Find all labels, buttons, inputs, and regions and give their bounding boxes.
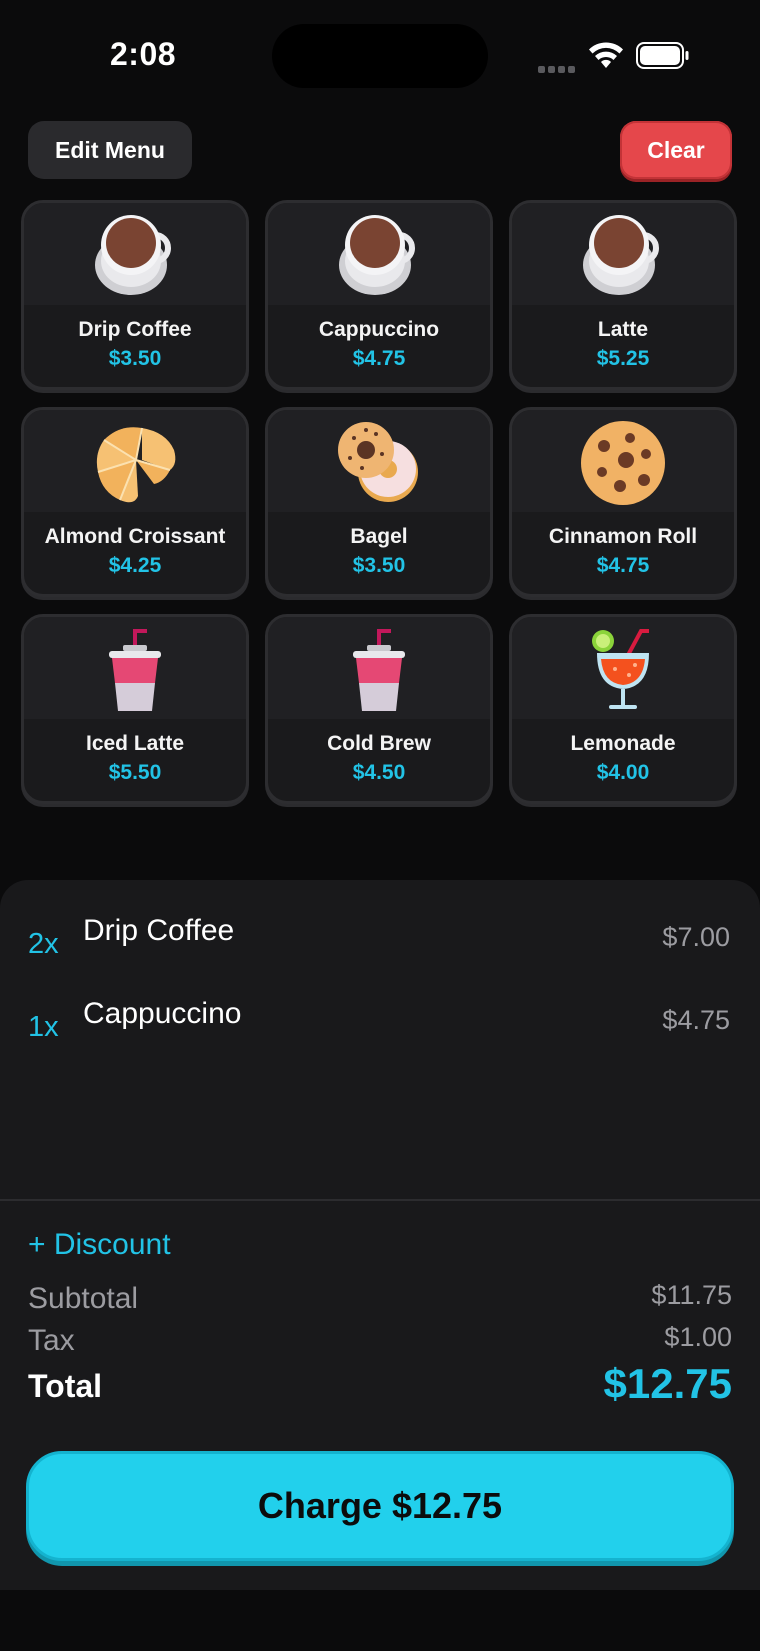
total-label: Total: [28, 1368, 103, 1404]
item-price: $4.25: [108, 554, 162, 577]
subtotal-value: $11.75: [651, 1280, 732, 1310]
item-name: Almond Croissant: [44, 525, 226, 548]
tax-value: $1.00: [664, 1322, 732, 1352]
menu-item-cold-brew[interactable]: Cold Brew $4.50: [265, 614, 493, 804]
order-line-item: Drip Coffee: [83, 914, 235, 947]
item-name: Lemonade: [570, 732, 676, 755]
total-value: $12.75: [603, 1360, 732, 1407]
summary-divider: [0, 1199, 760, 1201]
status-time: 2:08: [110, 36, 177, 72]
item-name: Bagel: [350, 525, 408, 548]
iced-cup-icon: [109, 629, 161, 711]
croissant-icon: [96, 427, 176, 503]
item-name: Cinnamon Roll: [548, 525, 698, 548]
order-line-qty: 2x: [28, 928, 59, 960]
item-price: $5.25: [596, 347, 650, 370]
cellular-signal-icon: [538, 60, 578, 78]
cookie-icon: [581, 421, 665, 505]
menu-item-cappuccino[interactable]: Cappuccino $4.75: [265, 200, 493, 390]
item-image: [24, 617, 246, 719]
item-name: Iced Latte: [85, 732, 185, 755]
subtotal-label: Subtotal: [28, 1282, 139, 1315]
item-image: [268, 410, 490, 512]
menu-item-drip-coffee[interactable]: Drip Coffee $3.50: [21, 200, 249, 390]
order-line-item: Cappuccino: [83, 997, 242, 1030]
bagel-icon: [338, 422, 418, 502]
menu-item-almond-croissant[interactable]: Almond Croissant $4.25: [21, 407, 249, 597]
item-price: $4.00: [596, 761, 650, 784]
order-line-amount: $4.75: [662, 1005, 730, 1035]
coffee-cup-icon: [583, 215, 659, 295]
iced-cup-icon: [353, 629, 405, 711]
dynamic-island: [272, 24, 488, 88]
item-image: [512, 203, 734, 305]
item-price: $3.50: [352, 554, 406, 577]
item-price: $4.75: [596, 554, 650, 577]
item-name: Drip Coffee: [78, 318, 192, 341]
menu-item-iced-latte[interactable]: Iced Latte $5.50: [21, 614, 249, 804]
total-row: Total $12.75: [28, 1360, 732, 1408]
tax-row: Tax $1.00: [28, 1322, 732, 1364]
charge-button[interactable]: Charge $12.75: [26, 1451, 734, 1561]
clear-button[interactable]: Clear: [620, 121, 732, 179]
coffee-cup-icon: [95, 215, 171, 295]
coffee-cup-icon: [339, 215, 415, 295]
tax-label: Tax: [28, 1324, 75, 1357]
menu-item-lemonade[interactable]: Lemonade $4.00: [509, 614, 737, 804]
order-line-qty: 1x: [28, 1011, 59, 1043]
item-price: $5.50: [108, 761, 162, 784]
item-price: $3.50: [108, 347, 162, 370]
item-price: $4.50: [352, 761, 406, 784]
wifi-icon: [589, 42, 623, 68]
add-discount-button[interactable]: + Discount: [28, 1228, 171, 1262]
menu-item-bagel[interactable]: Bagel $3.50: [265, 407, 493, 597]
subtotal-row: Subtotal $11.75: [28, 1280, 732, 1322]
item-name: Latte: [597, 318, 649, 341]
item-image: [512, 617, 734, 719]
order-line-amount: $7.00: [662, 922, 730, 952]
item-image: [268, 203, 490, 305]
item-image: [24, 410, 246, 512]
order-line[interactable]: 2x Drip Coffee $7.00: [0, 910, 760, 970]
status-bar: 2:08: [0, 0, 760, 110]
battery-icon: [636, 42, 689, 69]
item-name: Cappuccino: [318, 318, 440, 341]
edit-menu-button[interactable]: Edit Menu: [28, 121, 192, 179]
tropical-drink-icon: [592, 629, 649, 709]
item-image: [512, 410, 734, 512]
item-image: [24, 203, 246, 305]
menu-item-cinnamon-roll[interactable]: Cinnamon Roll $4.75: [509, 407, 737, 597]
item-name: Cold Brew: [327, 732, 431, 755]
item-image: [268, 617, 490, 719]
item-price: $4.75: [352, 347, 406, 370]
menu-item-latte[interactable]: Latte $5.25: [509, 200, 737, 390]
order-line[interactable]: 1x Cappuccino $4.75: [0, 993, 760, 1053]
